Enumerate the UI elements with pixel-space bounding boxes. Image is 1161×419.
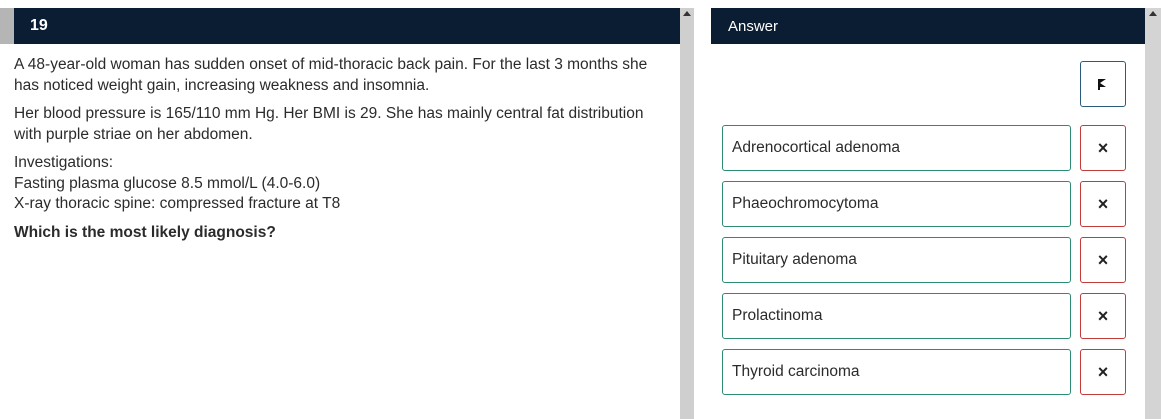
question-number: 19 <box>30 17 48 34</box>
answer-option-3[interactable]: Pituitary adenoma <box>722 237 1071 283</box>
strike-option-1-button[interactable]: × <box>1080 125 1126 171</box>
strike-option-5-button[interactable]: × <box>1080 349 1126 395</box>
answer-pane: Answer Adrenocortical adenoma × Phaeochr… <box>711 8 1145 419</box>
scroll-up-arrow-icon[interactable] <box>1149 11 1157 16</box>
question-stem: A 48-year-old woman has sudden onset of … <box>14 55 664 251</box>
strike-option-4-button[interactable]: × <box>1080 293 1126 339</box>
answer-option-4[interactable]: Prolactinoma <box>722 293 1071 339</box>
flag-icon <box>1098 78 1108 90</box>
answer-scrollbar[interactable] <box>1145 8 1161 419</box>
stem-paragraph-1: A 48-year-old woman has sudden onset of … <box>14 56 648 94</box>
stem-paragraph-2: Her blood pressure is 165/110 mm Hg. Her… <box>14 105 644 143</box>
answer-header: Answer <box>711 8 1145 44</box>
scroll-up-arrow-icon[interactable] <box>683 11 691 16</box>
investigations-block: Investigations: Fasting plasma glucose 8… <box>14 153 664 215</box>
strike-option-2-button[interactable]: × <box>1080 181 1126 227</box>
answer-title: Answer <box>728 18 779 35</box>
question-pane: 19 A 48-year-old woman has sudden onset … <box>0 8 680 419</box>
strike-option-3-button[interactable]: × <box>1080 237 1126 283</box>
answer-option-1[interactable]: Adrenocortical adenoma <box>722 125 1071 171</box>
investigation-1: Fasting plasma glucose 8.5 mmol/L (4.0-6… <box>14 174 321 192</box>
question-header: 19 <box>0 8 680 44</box>
question-prompt: Which is the most likely diagnosis? <box>14 223 276 241</box>
header-tab <box>0 8 14 44</box>
investigations-label: Investigations: <box>14 154 114 171</box>
question-scrollbar[interactable] <box>680 8 694 419</box>
answer-option-2[interactable]: Phaeochromocytoma <box>722 181 1071 227</box>
answer-option-5[interactable]: Thyroid carcinoma <box>722 349 1071 395</box>
flag-button[interactable] <box>1080 61 1126 107</box>
investigation-2: X-ray thoracic spine: compressed fractur… <box>14 195 341 212</box>
